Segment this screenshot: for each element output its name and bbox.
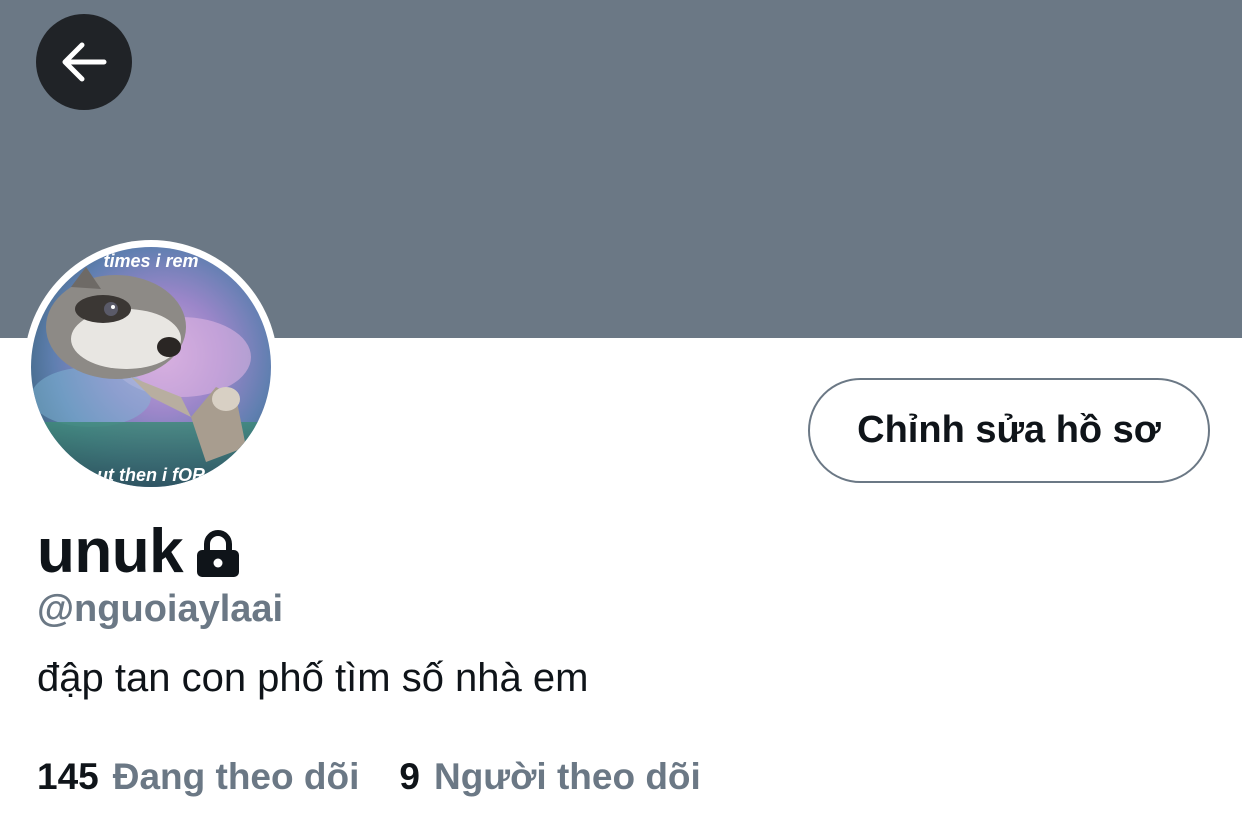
display-name: unuk (37, 517, 184, 586)
following-link[interactable]: 145 Đang theo dõi (37, 756, 359, 798)
back-button[interactable] (36, 14, 132, 110)
avatar[interactable]: times i rem ut then i fOR (24, 240, 278, 494)
following-label: Đang theo dõi (112, 756, 360, 797)
profile-stats: 145 Đang theo dõi 9 Người theo dõi (37, 756, 701, 798)
arrow-left-icon (62, 42, 107, 82)
profile-bio: đập tan con phố tìm số nhà em (37, 656, 589, 700)
edit-profile-button[interactable]: Chỉnh sửa hồ sơ (808, 378, 1210, 483)
following-count: 145 (37, 756, 99, 797)
avatar-caption-bottom: ut then i fOR (97, 465, 205, 485)
profile-handle: @nguoiaylaai (37, 588, 284, 630)
profile-page: times i rem ut then i fOR Chỉnh sửa hồ s… (0, 0, 1242, 828)
avatar-image: times i rem ut then i fOR (31, 247, 271, 487)
followers-link[interactable]: 9 Người theo dõi (399, 756, 700, 798)
name-row: unuk (37, 516, 241, 587)
followers-label: Người theo dõi (433, 756, 701, 797)
lock-icon (195, 530, 241, 583)
avatar-caption-top: times i rem (103, 251, 198, 271)
followers-count: 9 (399, 756, 420, 797)
